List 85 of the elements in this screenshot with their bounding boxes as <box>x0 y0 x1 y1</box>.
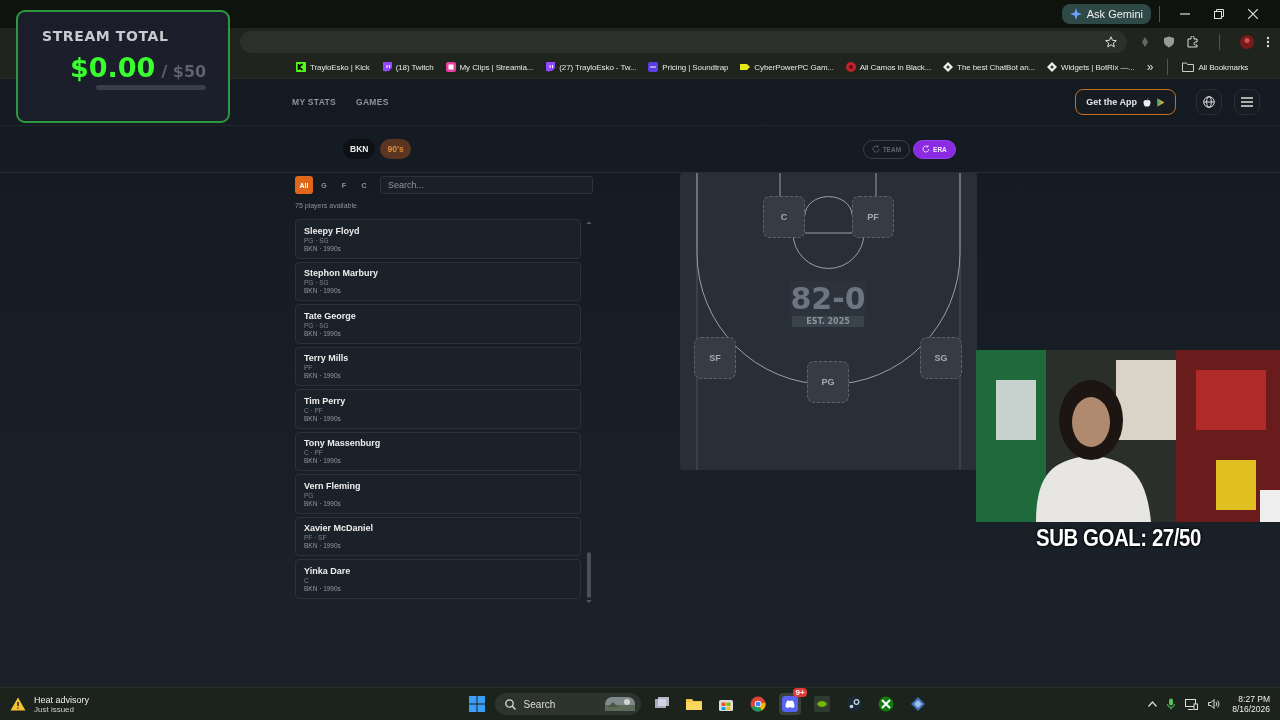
volume-icon[interactable] <box>1208 699 1221 709</box>
apple-icon <box>1143 97 1151 107</box>
more-bookmarks-button[interactable]: » <box>1146 60 1154 74</box>
player-name: Tate George <box>304 310 357 321</box>
diamond-app-icon[interactable] <box>909 696 926 712</box>
bookmark-link[interactable]: (27) TrayloEsko - Tw... <box>545 62 637 72</box>
bookmark-icon <box>545 62 556 72</box>
notification-badge: 9+ <box>793 688 807 697</box>
game-app-icon[interactable] <box>877 696 894 712</box>
nav-link[interactable]: GAMES <box>355 97 389 107</box>
player-name: Tim Perry <box>304 395 347 406</box>
bookmark-link[interactable]: The best ChatBot an... <box>943 62 1035 72</box>
bookmark-icon <box>943 62 954 72</box>
weather-subtitle: Just issued <box>34 704 75 714</box>
extension-icon[interactable] <box>1139 36 1151 48</box>
menu-button[interactable] <box>1234 89 1260 115</box>
ask-gemini-button[interactable]: Ask Gemini <box>1061 4 1151 24</box>
search-field[interactable]: Search... <box>380 176 593 194</box>
folder-icon[interactable] <box>685 696 702 712</box>
eye-app-icon[interactable] <box>813 696 830 712</box>
play-store-icon <box>1157 97 1165 107</box>
bookmark-icon <box>296 62 306 72</box>
bookmark-icon <box>381 62 392 72</box>
all-bookmarks-link[interactable]: All Bookmarks <box>1182 62 1249 72</box>
bookmark-icon <box>740 62 751 72</box>
globe-icon <box>1203 96 1215 108</box>
more-icon[interactable] <box>1266 36 1270 48</box>
search-icon <box>504 698 516 710</box>
player-name: Xavier McDaniel <box>304 523 375 534</box>
refresh-icon <box>922 145 931 153</box>
stream-total-title: STREAM TOTAL <box>42 28 170 44</box>
player-name: Stephon Marbury <box>304 268 379 279</box>
player-name: Vern Fleming <box>304 480 362 491</box>
puzzle-icon[interactable] <box>1187 36 1199 48</box>
scrollbar[interactable] <box>585 219 593 605</box>
sparkle-icon <box>1069 8 1082 20</box>
bookmark-link[interactable]: (18) Twitch <box>381 62 434 72</box>
sub-goal-text: SUB GOAL: 27/50 <box>1036 524 1201 552</box>
position-slot[interactable]: C <box>763 196 805 238</box>
logo-caption: EST. 2025 <box>792 316 864 327</box>
menu-icon <box>1241 97 1253 107</box>
taskbar-search[interactable]: Search <box>494 693 641 715</box>
position-slot[interactable]: PF <box>852 196 894 238</box>
shield-icon[interactable] <box>1163 36 1175 48</box>
team-chip: BKN <box>343 139 376 159</box>
folder-icon <box>1182 62 1195 72</box>
position-slot[interactable]: PG <box>807 361 849 403</box>
get-app-button[interactable]: Get the App <box>1075 89 1176 115</box>
language-button[interactable] <box>1196 89 1222 115</box>
warning-icon <box>10 697 26 711</box>
stream-goal: / $50 <box>161 62 207 81</box>
player-name: Sleepy Floyd <box>304 225 361 236</box>
network-icon[interactable] <box>1185 698 1199 710</box>
bookmark-link[interactable]: CyberPowerPC Gam... <box>740 62 834 72</box>
bookmark-link[interactable]: All Camos in Black... <box>845 62 932 72</box>
player-name: Tony Massenburg <box>304 438 382 449</box>
stream-amount: $0.00 <box>70 52 156 83</box>
caret-up-icon[interactable] <box>1148 701 1158 707</box>
close-icon[interactable] <box>1248 9 1258 19</box>
player-name: Terry Mills <box>304 353 350 364</box>
bookmark-link[interactable]: My Clips | Streamla... <box>445 62 534 72</box>
browser-icon[interactable] <box>749 696 766 712</box>
refresh-icon <box>871 145 880 153</box>
nav-link[interactable]: MY STATS <box>292 97 336 107</box>
position-slot[interactable]: SF <box>694 337 736 379</box>
era-chip: 90's <box>380 139 411 159</box>
microphone-icon[interactable] <box>1167 698 1176 710</box>
bookmark-icon <box>845 62 856 72</box>
steam-icon[interactable] <box>845 696 862 712</box>
bookmark-icon <box>648 62 659 72</box>
position-slot[interactable]: SG <box>920 337 962 379</box>
bookmark-icon <box>445 62 456 72</box>
star-icon[interactable] <box>1105 36 1117 48</box>
chat-app-icon[interactable] <box>781 696 798 712</box>
bookmark-icon <box>1046 62 1057 72</box>
logo-text: 82-0 <box>790 281 866 316</box>
restore-icon[interactable] <box>1214 9 1224 19</box>
windows-icon[interactable] <box>468 696 485 712</box>
bookmark-link[interactable]: Widgets | BotRix —... <box>1046 62 1135 72</box>
bookmark-link[interactable]: TrayloEsko | Kick <box>296 62 370 72</box>
clock[interactable]: 8:27 PM 8/16/2026 <box>1232 694 1270 714</box>
weather-title: Heat advisory <box>34 694 90 705</box>
bookmark-link[interactable]: Pricing | Soundtrap <box>648 62 729 72</box>
player-name: Yinka Dare <box>304 565 352 576</box>
avatar-icon[interactable] <box>1240 35 1254 49</box>
